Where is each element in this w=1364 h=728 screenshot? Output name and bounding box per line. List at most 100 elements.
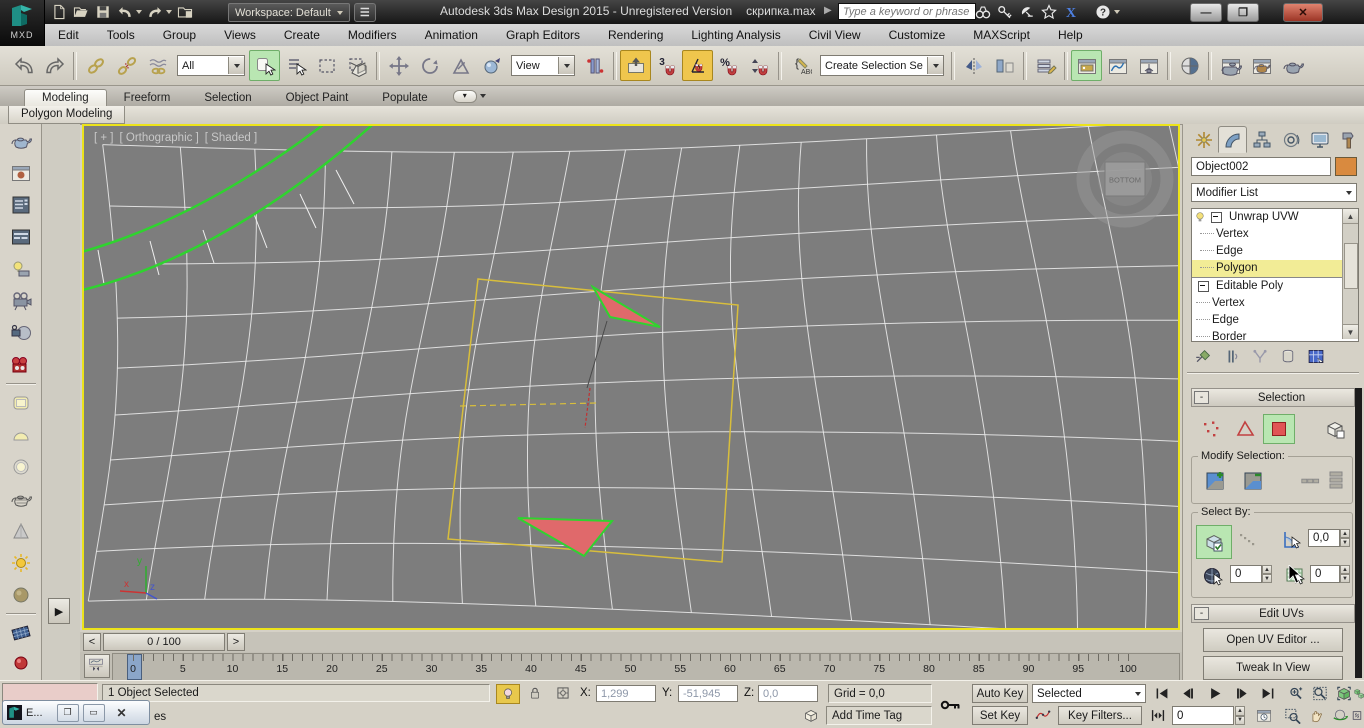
unlink-button[interactable]: [111, 50, 142, 81]
sphere-light-button[interactable]: [4, 580, 38, 610]
time-slider[interactable]: 0 / 100: [103, 633, 225, 651]
zoom-extents-all-icon[interactable]: [1352, 684, 1364, 703]
menu-item-graph-editors[interactable]: Graph Editors: [492, 24, 594, 46]
track-bar-ruler[interactable]: 0 5 10 15 20 25 30 35 40 45 50 55 60 65 70 75 80 85 90 95 10…: [112, 653, 1180, 681]
mini-curve-editor-button[interactable]: [84, 654, 110, 678]
restore-button[interactable]: ❐: [1227, 3, 1259, 22]
select-by-material-id-button[interactable]: [1196, 561, 1230, 593]
stack-item-edge[interactable]: Edge: [1192, 243, 1358, 260]
menu-item-lighting-analysis[interactable]: Lighting Analysis: [677, 24, 794, 46]
redo-caret[interactable]: [166, 2, 174, 22]
zoom-all-icon[interactable]: [1308, 684, 1332, 703]
configure-modifier-sets-button[interactable]: [1303, 346, 1329, 367]
percent-snap-button[interactable]: %: [713, 50, 744, 81]
light-keyboard-button[interactable]: [4, 254, 38, 284]
rendered-frame-button[interactable]: [1246, 50, 1277, 81]
bind-button[interactable]: [142, 50, 173, 81]
rotate-button[interactable]: [414, 50, 445, 81]
ignore-backfacing-button[interactable]: [1234, 527, 1262, 555]
undo-caret[interactable]: [136, 2, 144, 22]
manipulate-button[interactable]: [579, 50, 610, 81]
taskbar-mini-window[interactable]: E... ❐ ▭ ✕: [2, 700, 150, 725]
ribbon-tab-freeform[interactable]: Freeform: [107, 90, 188, 106]
modifier-enable-bulb-icon[interactable]: [1194, 211, 1208, 225]
tab-create[interactable]: [1189, 126, 1218, 153]
previous-frame-icon[interactable]: [1176, 684, 1200, 703]
collapse-icon[interactable]: -: [1194, 607, 1209, 620]
open-uv-editor-button[interactable]: Open UV Editor ...: [1203, 628, 1343, 652]
stack-item-border[interactable]: Border: [1192, 329, 1358, 341]
viewport-pov-menu[interactable]: [ Orthographic ]: [120, 132, 199, 144]
menu-item-modifiers[interactable]: Modifiers: [334, 24, 411, 46]
key-mode-dropdown[interactable]: Selected: [1032, 684, 1146, 703]
viewport[interactable]: BOTTOM N E S W x y z [ + ] [ Orthographi…: [82, 124, 1180, 630]
pan-view-icon[interactable]: [1304, 706, 1328, 725]
auto-key-button[interactable]: Auto Key: [972, 684, 1028, 703]
material-id-spinner[interactable]: ▲ ▼: [1262, 565, 1272, 583]
selection-lock-icon[interactable]: [524, 684, 546, 702]
menu-item-create[interactable]: Create: [270, 24, 334, 46]
align-button[interactable]: [989, 50, 1020, 81]
ribbon-overflow-dropdown[interactable]: ▾: [452, 89, 486, 103]
frame-spinner[interactable]: ▲ ▼: [1235, 706, 1245, 725]
go-to-end-icon[interactable]: [1256, 684, 1280, 703]
ribbon-tab-populate[interactable]: Populate: [365, 90, 444, 106]
infocenter-arrow-icon[interactable]: ▶: [824, 5, 832, 16]
ribbon-tab-selection[interactable]: Selection: [187, 90, 268, 106]
dome-light-button[interactable]: [4, 420, 38, 450]
collapse-box[interactable]: [1211, 212, 1222, 223]
menu-item-group[interactable]: Group: [149, 24, 210, 46]
select-edge-loop-button[interactable]: [1296, 469, 1324, 493]
search-input[interactable]: [838, 3, 976, 20]
cascade-icon[interactable]: ❐: [56, 703, 79, 722]
coordinate-system-dropdown[interactable]: View: [511, 55, 575, 76]
stack-item-edge-base[interactable]: Edge: [1192, 312, 1358, 329]
close-button[interactable]: ✕: [1283, 3, 1323, 22]
cone-light-button[interactable]: [4, 516, 38, 546]
stack-item-polygon-selected[interactable]: Polygon: [1192, 260, 1342, 277]
next-frame-button[interactable]: >: [227, 633, 245, 651]
curve-editor-button[interactable]: [1102, 50, 1133, 81]
stack-item-unwrap-uvw[interactable]: Unwrap UVW: [1192, 209, 1358, 226]
ribbon-tab-modeling[interactable]: Modeling: [24, 89, 107, 106]
object-color-swatch[interactable]: [1335, 157, 1357, 176]
stack-item-editable-poly[interactable]: Editable Poly: [1192, 277, 1358, 295]
wire-teapot-button[interactable]: [4, 484, 38, 514]
close-window-icon[interactable]: ✕: [117, 706, 127, 720]
smoothing-group-spinner[interactable]: ▲ ▼: [1340, 565, 1350, 583]
tab-display[interactable]: [1305, 126, 1334, 153]
snap3-button[interactable]: 3: [651, 50, 682, 81]
video-camera-button[interactable]: [4, 286, 38, 316]
remove-modifier-button[interactable]: [1275, 346, 1301, 367]
scroll-down-icon[interactable]: ▼: [1343, 324, 1358, 339]
viewport-shading-menu[interactable]: [ Shaded ]: [205, 132, 257, 144]
smoothing-group-field[interactable]: 0: [1310, 565, 1340, 583]
collapse-box[interactable]: [1198, 281, 1209, 292]
pivot-button[interactable]: [476, 50, 507, 81]
undo-button[interactable]: [8, 50, 39, 81]
viewport-general-menu[interactable]: [ + ]: [94, 132, 114, 144]
select-by-name-button[interactable]: [280, 50, 311, 81]
rect-region-button[interactable]: [311, 50, 342, 81]
render-dialog-button[interactable]: [4, 190, 38, 220]
orbit-icon[interactable]: [1328, 706, 1352, 725]
selection-lock-bulb-icon[interactable]: [496, 684, 520, 704]
tab-modify[interactable]: [1218, 126, 1247, 153]
search-icon[interactable]: [972, 2, 994, 22]
region-zoom-icon[interactable]: [1280, 706, 1304, 725]
menu-item-help[interactable]: Help: [1044, 24, 1097, 46]
save-file-icon[interactable]: [92, 2, 114, 22]
maximize-viewport-icon[interactable]: [1350, 706, 1364, 725]
command-panel-scrollbar[interactable]: [1355, 388, 1362, 678]
ribbon-panel-polygon-modeling[interactable]: Polygon Modeling: [8, 106, 126, 124]
exchange-apps-icon[interactable]: X: [1060, 2, 1082, 22]
workspace-dropdown[interactable]: Workspace: Default: [228, 3, 350, 22]
scroll-up-icon[interactable]: ▲: [1343, 209, 1358, 224]
move-button[interactable]: [383, 50, 414, 81]
restore-window-icon[interactable]: ▭: [82, 703, 105, 722]
select-vertex-button[interactable]: [1195, 414, 1227, 444]
angle-snap-button[interactable]: [682, 50, 713, 81]
select-by-angle-button[interactable]: [1274, 525, 1308, 555]
stack-item-vertex-base[interactable]: Vertex: [1192, 295, 1358, 312]
object-name-field[interactable]: Object002: [1191, 157, 1331, 176]
